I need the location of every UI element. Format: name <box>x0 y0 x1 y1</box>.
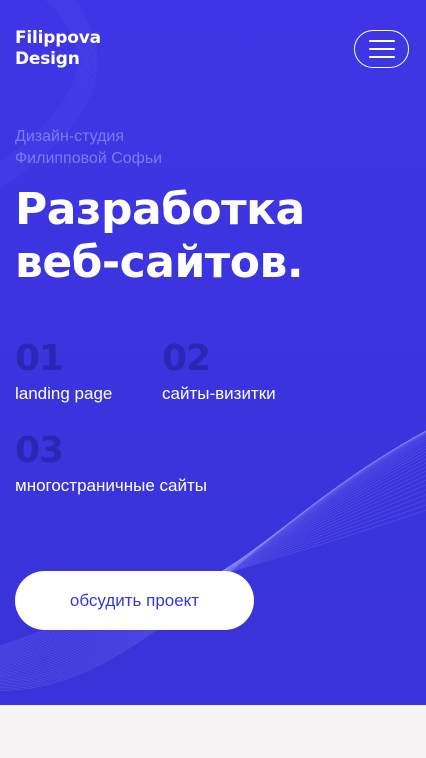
logo-line-2: Design <box>15 49 80 69</box>
feature-number: 03 <box>15 430 64 471</box>
headline-line-1: Разработка <box>15 184 305 235</box>
subtitle-line-1: Дизайн-студия <box>15 128 125 145</box>
hamburger-icon-line <box>368 40 395 42</box>
feature-number: 02 <box>162 338 211 379</box>
feature-landing-page: 01 landing page <box>15 339 112 405</box>
headline-line-2: веб-сайтов. <box>15 237 304 288</box>
hamburger-icon-line <box>368 56 395 58</box>
next-section-strip <box>0 705 426 758</box>
discuss-project-button[interactable]: обсудить проект <box>15 571 254 630</box>
feature-business-card-sites: 02 сайты-визитки <box>162 339 276 405</box>
hamburger-icon-line <box>368 48 395 50</box>
feature-label: landing page <box>15 384 113 403</box>
logo[interactable]: Filippova Design <box>15 28 101 70</box>
menu-button[interactable] <box>354 30 409 68</box>
studio-subtitle: Дизайн-студия Филипповой Софьи <box>15 126 162 170</box>
feature-label: многостраничные сайты <box>15 476 207 495</box>
page-headline: Разработка веб-сайтов. <box>15 183 305 289</box>
hero-section: Filippova Design Дизайн-студия Филиппово… <box>0 0 426 705</box>
feature-multipage-sites: 03 многостраничные сайты <box>15 431 207 497</box>
logo-line-1: Filippova <box>15 28 101 48</box>
feature-label: сайты-визитки <box>162 384 276 403</box>
feature-number: 01 <box>15 338 64 379</box>
subtitle-line-2: Филипповой Софьи <box>15 150 163 167</box>
